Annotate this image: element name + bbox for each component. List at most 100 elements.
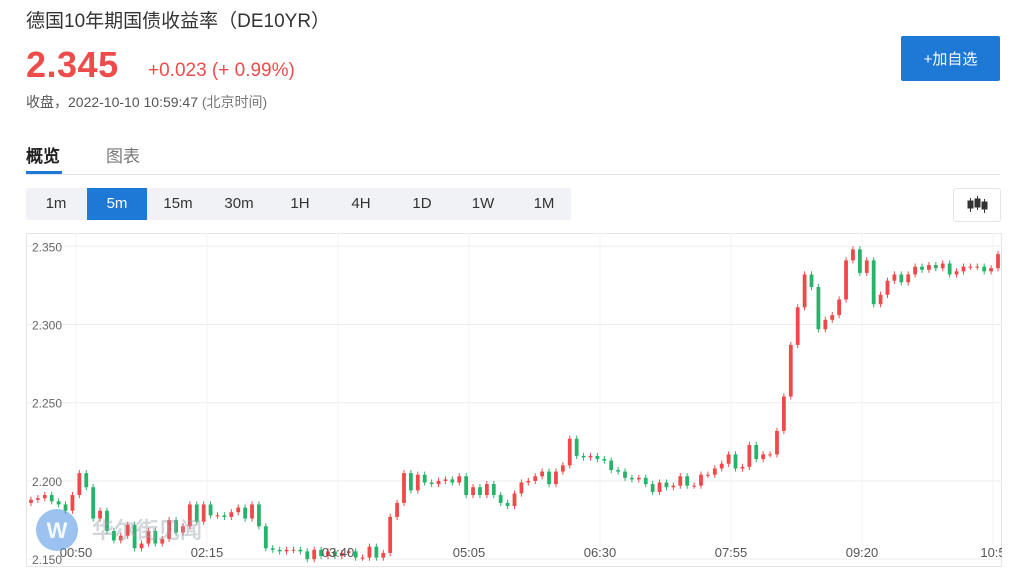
candle-body (837, 299, 842, 316)
candle-body (636, 477, 641, 480)
candle-body (84, 473, 89, 488)
candle-body (284, 549, 289, 552)
candle-body (277, 549, 282, 552)
candle-body (312, 549, 317, 560)
candle-body (830, 315, 835, 320)
candle-body (367, 546, 372, 558)
tab-overview[interactable]: 概览 (26, 142, 60, 167)
candle-body (871, 260, 876, 305)
candle-body (947, 263, 952, 275)
candle-body (581, 455, 586, 458)
candle-body (464, 476, 469, 496)
candle-body (954, 271, 959, 275)
candle-body (505, 502, 510, 506)
candle-body (899, 274, 904, 283)
x-tick-label: 09:20 (846, 545, 879, 560)
candle-body (754, 444, 759, 460)
candle-body (257, 504, 261, 527)
candle-body (236, 507, 241, 513)
candle-body (270, 548, 275, 550)
candle-body (478, 487, 482, 496)
interval-1d[interactable]: 1D (392, 188, 452, 220)
candle-body (982, 266, 987, 272)
candle-body (422, 474, 427, 483)
candle-body (857, 249, 862, 273)
candle-body (643, 477, 648, 485)
watermark: W 华尔街见闻 (36, 508, 236, 559)
candle-body (712, 468, 717, 475)
interval-5m[interactable]: 5m (87, 188, 147, 220)
interval-30m[interactable]: 30m (209, 188, 269, 220)
candle-body (484, 484, 489, 496)
tab-chart[interactable]: 图表 (106, 142, 140, 167)
candle-body (671, 485, 676, 488)
candle-body (381, 552, 386, 558)
candle-body (243, 507, 248, 519)
interval-1mo[interactable]: 1M (514, 188, 574, 220)
candle-body (996, 254, 1000, 269)
candle-body (927, 265, 931, 270)
x-tick-label: 03:40 (322, 545, 355, 560)
candle-body (42, 495, 47, 499)
chart-type-button[interactable] (953, 188, 1001, 222)
status-timestamp: 2022-10-10 10:59:47 (68, 94, 198, 110)
candle-body (602, 459, 607, 461)
candle-body (719, 463, 724, 469)
candle-body (851, 249, 855, 261)
watermark-text: 华尔街见闻 (92, 518, 202, 544)
candle-body (975, 266, 980, 268)
candle-body (415, 474, 420, 491)
candle-body (595, 455, 600, 460)
candle-body (961, 266, 966, 272)
interval-1w[interactable]: 1W (453, 188, 513, 220)
candle-body (77, 473, 82, 496)
x-tick-label: 06:30 (584, 545, 617, 560)
candle-body (685, 476, 690, 486)
candle-body (616, 470, 621, 472)
status-timezone: (北京时间) (201, 94, 268, 110)
candle-body (940, 263, 945, 269)
candle-body (609, 460, 614, 471)
candle-body (878, 294, 883, 305)
active-tab-indicator (26, 171, 62, 174)
y-tick-label: 2.300 (32, 319, 62, 333)
candle-body (49, 495, 54, 502)
candle-body (650, 484, 655, 492)
candle-body (913, 266, 918, 275)
candle-body (547, 471, 551, 485)
candlestick-icon (967, 196, 988, 213)
candle-body (402, 473, 406, 503)
candle-body (706, 474, 710, 476)
candle-body (457, 476, 462, 483)
candle-body (968, 266, 973, 268)
candle-body (816, 286, 821, 330)
status-label: 收盘， (26, 94, 68, 110)
candle-body (291, 549, 296, 551)
candle-body (823, 319, 828, 330)
candle-body (388, 516, 393, 553)
candle-body (567, 438, 572, 466)
instrument-title: 德国10年期国债收益率（DE10YR） (26, 11, 331, 32)
add-to-watchlist-button[interactable]: +加自选 (901, 36, 1000, 81)
candle-body (305, 551, 310, 560)
candle-body (540, 471, 545, 477)
interval-1m[interactable]: 1m (26, 188, 86, 220)
candle-body (298, 549, 303, 552)
interval-selector: 1m 5m 15m 30m 1H 4H 1D 1W 1M (26, 188, 571, 220)
candle-body (989, 268, 993, 272)
candle-body (761, 454, 766, 460)
interval-4h[interactable]: 4H (331, 188, 391, 220)
market-status: 收盘，2022-10-10 10:59:47 (北京时间) (26, 92, 267, 112)
candle-body (263, 526, 268, 549)
candle-body (436, 480, 441, 485)
candle-body (781, 396, 786, 431)
candle-body (885, 280, 890, 295)
interval-15m[interactable]: 15m (148, 188, 208, 220)
candle-body (740, 466, 745, 469)
candle-body (36, 498, 40, 500)
candle-body (554, 471, 558, 485)
candle-body (588, 455, 593, 458)
candle-body (450, 479, 455, 483)
candle-body (788, 344, 793, 397)
interval-1h[interactable]: 1H (270, 188, 330, 220)
